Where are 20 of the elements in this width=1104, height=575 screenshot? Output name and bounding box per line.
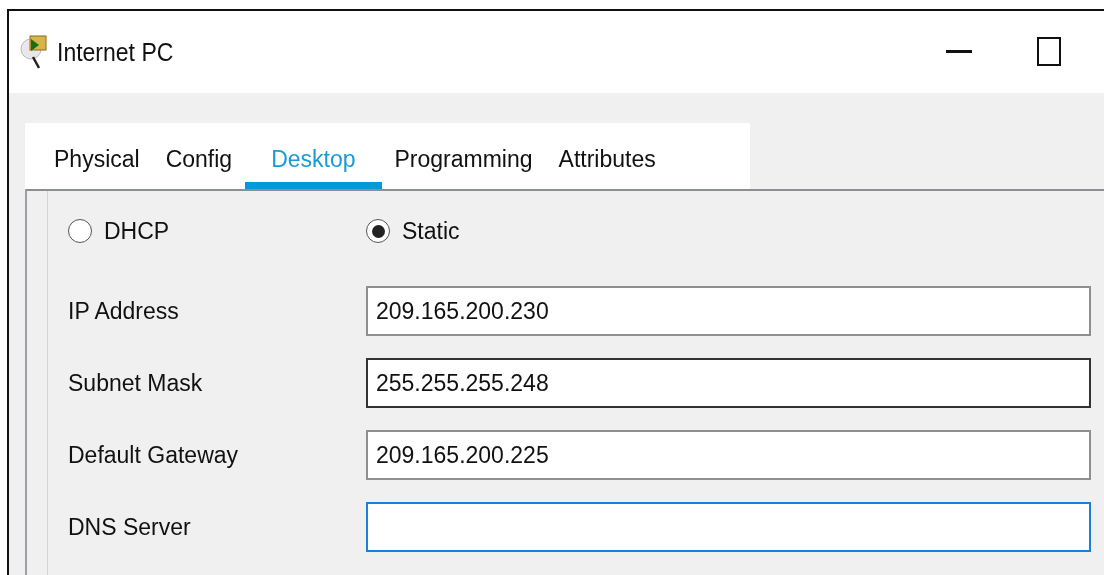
radio-icon[interactable]	[68, 219, 92, 243]
radio-icon[interactable]	[366, 219, 390, 243]
input-field[interactable]	[366, 502, 1091, 552]
field-label: DNS Server	[68, 513, 192, 541]
tab[interactable]: Config	[152, 123, 246, 189]
field-label: Subnet Mask	[68, 369, 204, 397]
radio-option[interactable]: DHCP	[68, 217, 366, 245]
tab[interactable]: Attributes	[545, 123, 669, 189]
tab[interactable]: Programming	[381, 123, 546, 189]
minimize-icon[interactable]	[946, 50, 972, 54]
maximize-icon[interactable]	[1037, 37, 1061, 67]
input-field[interactable]: 209.165.200.230	[366, 286, 1091, 336]
field-label: IP Address	[68, 297, 180, 325]
tab[interactable]: Physical	[41, 123, 153, 189]
input-field[interactable]: 209.165.200.225	[366, 430, 1091, 480]
input-field[interactable]: 255.255.255.248	[366, 358, 1091, 408]
radio-option[interactable]: Static	[366, 217, 1104, 245]
field-label: Default Gateway	[68, 441, 240, 469]
magnifier-icon	[19, 33, 49, 71]
window-title: Internet PC	[57, 37, 175, 67]
